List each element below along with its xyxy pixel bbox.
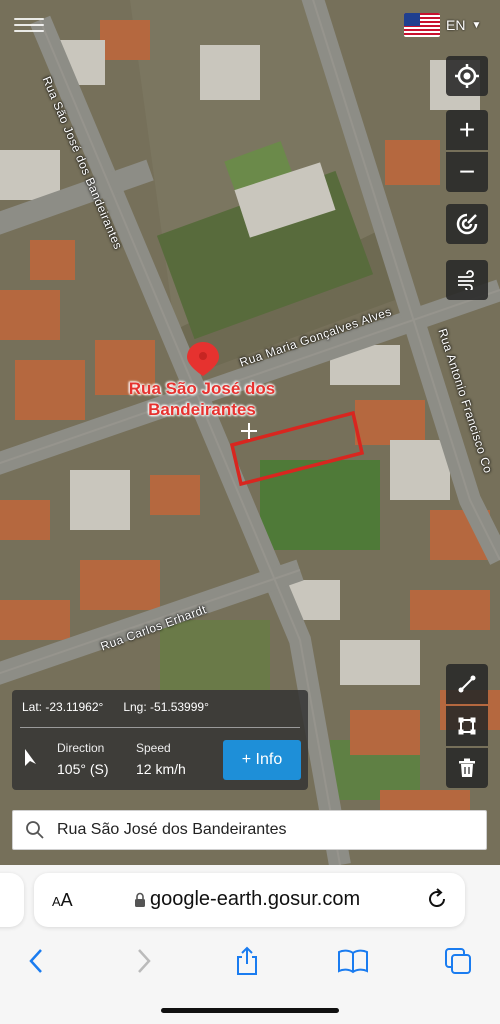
reload-icon [429, 888, 446, 908]
crosshair-icon [455, 64, 479, 88]
text-size-button[interactable]: AA [52, 890, 73, 911]
lock-icon [135, 892, 145, 907]
menu-button[interactable] [14, 14, 44, 38]
zoom-in-button[interactable]: + [446, 110, 488, 150]
home-indicator [161, 1008, 339, 1013]
language-code: EN [446, 17, 466, 33]
reload-button[interactable] [425, 887, 449, 916]
zoom-out-button[interactable]: − [446, 152, 488, 192]
share-icon [237, 946, 257, 975]
us-flag-icon [404, 13, 440, 37]
back-button[interactable] [16, 941, 56, 981]
browser-toolbar: AA google-earth.gosur.com [0, 865, 500, 1024]
layers-button[interactable] [446, 204, 488, 244]
share-button[interactable] [227, 941, 267, 981]
location-info-panel: Lat: -23.11962° Lng: -51.53999° Directio… [12, 690, 308, 790]
direction-label: Direction [57, 741, 105, 755]
search-bar[interactable]: Rua São José dos Bandeirantes [12, 810, 487, 850]
previous-tab-peek[interactable] [0, 873, 24, 927]
wind-button[interactable] [446, 260, 488, 300]
layers-icon [456, 213, 478, 235]
longitude-readout: Lng: -51.53999° [123, 700, 209, 714]
draw-line-button[interactable] [446, 664, 488, 704]
trash-icon [459, 758, 475, 777]
chevron-right-icon [138, 949, 151, 973]
more-info-button[interactable]: + Info [223, 740, 301, 780]
forward-button[interactable] [124, 941, 164, 981]
wind-icon [458, 270, 474, 290]
tabs-icon [445, 948, 471, 974]
address-bar[interactable]: AA google-earth.gosur.com [34, 873, 465, 927]
polygon-tool-icon [458, 717, 476, 735]
plus-icon: + [458, 114, 476, 145]
url-text: google-earth.gosur.com [150, 888, 361, 910]
speed-value: 12 km/h [136, 761, 186, 777]
delete-button[interactable] [446, 748, 488, 788]
chevron-left-icon [29, 949, 42, 973]
speed-label: Speed [136, 741, 171, 755]
minus-icon: − [458, 156, 476, 187]
direction-value: 105° (S) [57, 761, 109, 777]
chevron-down-icon: ▼ [471, 19, 482, 31]
satellite-map[interactable]: Rua São José dos Bandeirantes Rua Maria … [0, 0, 500, 865]
bookmarks-button[interactable] [333, 941, 373, 981]
pin-title: Rua São José dos Bandeirantes [128, 379, 276, 419]
draw-polygon-button[interactable] [446, 706, 488, 746]
language-selector[interactable]: EN ▼ [404, 12, 494, 38]
tabs-button[interactable] [438, 941, 478, 981]
divider [20, 727, 300, 728]
line-tool-icon [458, 675, 476, 693]
url-field[interactable]: google-earth.gosur.com [134, 888, 360, 911]
latitude-readout: Lat: -23.11962° [22, 700, 104, 714]
direction-arrow-icon [25, 749, 36, 766]
locate-button[interactable] [446, 56, 488, 96]
search-icon [26, 821, 44, 839]
search-input[interactable]: Rua São José dos Bandeirantes [57, 821, 286, 839]
book-icon [338, 949, 368, 974]
